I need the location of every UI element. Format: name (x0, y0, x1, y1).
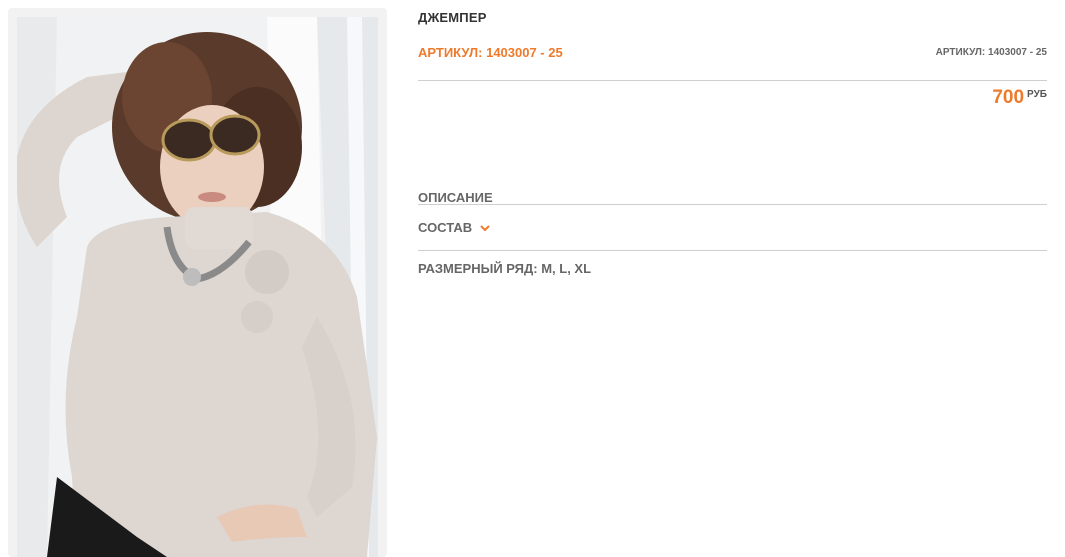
size-range: РАЗМЕРНЫЙ РЯД: M, L, XL (418, 261, 592, 276)
description-heading[interactable]: ОПИСАНИЕ (418, 190, 493, 205)
composition-toggle[interactable]: СОСТАВ (418, 220, 490, 236)
product-title: ДЖЕМПЕР (418, 10, 487, 25)
divider (418, 80, 1047, 81)
product-price: 700 РУБ (992, 87, 1047, 109)
composition-label: СОСТАВ (418, 220, 473, 235)
product-sku: АРТИКУЛ: 1403007 - 25 (418, 45, 563, 60)
divider (418, 250, 1047, 251)
chevron-down-icon (480, 220, 490, 235)
divider (418, 204, 1047, 205)
price-currency: РУБ (1027, 89, 1047, 100)
product-photo-illustration (17, 17, 378, 557)
product-sku-secondary: АРТИКУЛ: 1403007 - 25 (935, 47, 1047, 58)
product-image[interactable] (17, 17, 378, 557)
price-value: 700 (992, 87, 1025, 108)
